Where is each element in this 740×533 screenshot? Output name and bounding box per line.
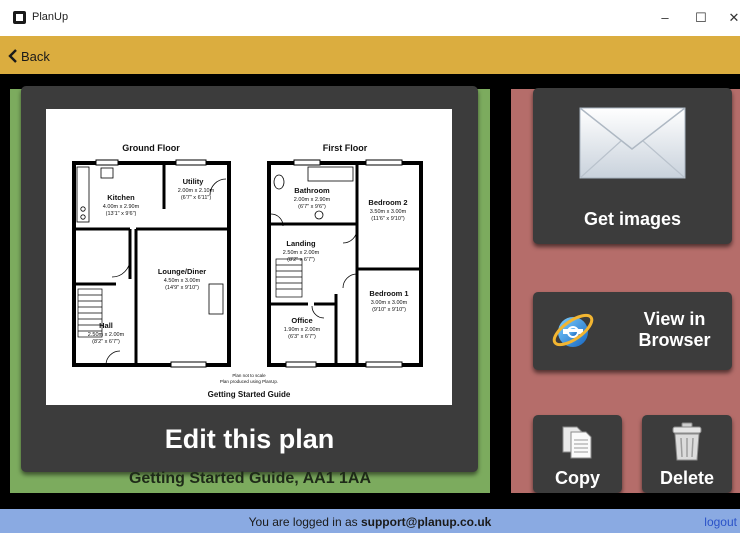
room-imperial-office: (6'3" x 6'7") xyxy=(288,334,316,340)
room-metric-office: 1.90m x 2.00m xyxy=(284,327,321,333)
room-name-hall: Hall xyxy=(99,321,113,330)
edit-plan-card[interactable]: Ground Floor First Floor Kitchen 4.00m x… xyxy=(21,86,478,472)
plan-title: Getting Started Guide, AA1 1AA xyxy=(128,470,372,487)
plan-caption: Getting Started Guide xyxy=(208,390,291,399)
get-images-label: Get images xyxy=(583,209,682,229)
status-bar: You are logged in as support@planup.co.u… xyxy=(0,509,740,533)
room-name-office: Office xyxy=(291,316,312,325)
login-status: You are logged in as support@planup.co.u… xyxy=(0,515,740,529)
plan-note-produced: Plan produced using PlanUp. xyxy=(220,379,278,384)
room-metric-utility: 2.00m x 2.10m xyxy=(178,188,215,194)
login-status-prefix: You are logged in as xyxy=(248,515,361,529)
room-name-bathroom: Bathroom xyxy=(294,186,330,195)
room-metric-bedroom2: 3.50m x 3.00m xyxy=(370,209,407,215)
room-name-utility: Utility xyxy=(183,177,205,186)
room-imperial-bathroom: (6'7" x 9'6") xyxy=(298,204,326,210)
view-in-browser-button[interactable]: View in Browser xyxy=(533,292,732,370)
room-name-bedroom1: Bedroom 1 xyxy=(369,289,408,298)
room-metric-landing: 2.50m x 2.00m xyxy=(283,250,320,256)
user-email: support@planup.co.uk xyxy=(360,515,492,529)
room-imperial-hall: (8'2" x 6'7") xyxy=(92,339,120,345)
room-name-bedroom2: Bedroom 2 xyxy=(368,198,407,207)
plan-note-scale: Plan not to scale xyxy=(232,373,266,378)
trash-can-icon xyxy=(672,422,702,461)
app-icon xyxy=(13,11,26,24)
edit-plan-label: Edit this plan xyxy=(164,424,335,454)
room-imperial-bedroom2: (11'6" x 9'10") xyxy=(371,216,405,222)
room-imperial-lounge: (14'9" x 9'10") xyxy=(165,285,199,291)
room-metric-bathroom: 2.00m x 2.90m xyxy=(294,197,331,203)
room-metric-kitchen: 4.00m x 2.90m xyxy=(103,204,140,210)
room-name-kitchen: Kitchen xyxy=(107,193,135,202)
title-bar: PlanUp – ☐ ✕ xyxy=(0,0,740,36)
view-in-browser-label-line1: View in xyxy=(643,309,706,329)
close-button[interactable]: ✕ xyxy=(723,8,740,28)
room-name-lounge: Lounge/Diner xyxy=(158,267,206,276)
internet-explorer-icon xyxy=(552,313,594,347)
ground-floor-title: Ground Floor xyxy=(122,143,180,153)
delete-button[interactable]: Delete xyxy=(642,415,732,493)
copy-button[interactable]: Copy xyxy=(533,415,622,493)
back-label: Back xyxy=(21,48,50,64)
navigation-bar: Back xyxy=(0,36,740,74)
chevron-left-icon xyxy=(8,49,17,63)
copy-label: Copy xyxy=(555,468,600,488)
room-imperial-utility: (6'7" x 6'11") xyxy=(181,195,212,201)
planup-window: PlanUp – ☐ ✕ Back Ground Floor First Flo… xyxy=(0,0,740,533)
minimize-button[interactable]: – xyxy=(654,8,676,28)
maximize-button[interactable]: ☐ xyxy=(690,8,712,28)
room-imperial-kitchen: (13'1" x 9'6") xyxy=(106,211,137,217)
window-title: PlanUp xyxy=(32,11,69,23)
floorplan-drawing: Ground Floor First Floor Kitchen 4.00m x… xyxy=(72,143,423,399)
envelope-icon xyxy=(579,107,686,179)
delete-label: Delete xyxy=(659,468,715,488)
logout-link[interactable]: logout xyxy=(704,515,737,529)
copy-documents-icon xyxy=(562,426,592,459)
floorplan-thumbnail: Ground Floor First Floor Kitchen 4.00m x… xyxy=(46,109,452,405)
get-images-button[interactable]: Get images xyxy=(533,88,732,244)
view-in-browser-label-line2: Browser xyxy=(638,330,711,350)
room-imperial-landing: (8'2" x 6'7") xyxy=(287,257,315,263)
back-button[interactable]: Back xyxy=(8,45,50,67)
first-floor-title: First Floor xyxy=(323,143,368,153)
room-metric-bedroom1: 3.00m x 3.00m xyxy=(371,300,408,306)
room-imperial-bedroom1: (9'10" x 9'10") xyxy=(372,307,406,313)
room-metric-lounge: 4.50m x 3.00m xyxy=(164,278,201,284)
view-in-browser-label: View in Browser xyxy=(621,309,728,351)
room-metric-hall: 2.50m x 2.00m xyxy=(88,332,125,338)
room-name-landing: Landing xyxy=(286,239,316,248)
